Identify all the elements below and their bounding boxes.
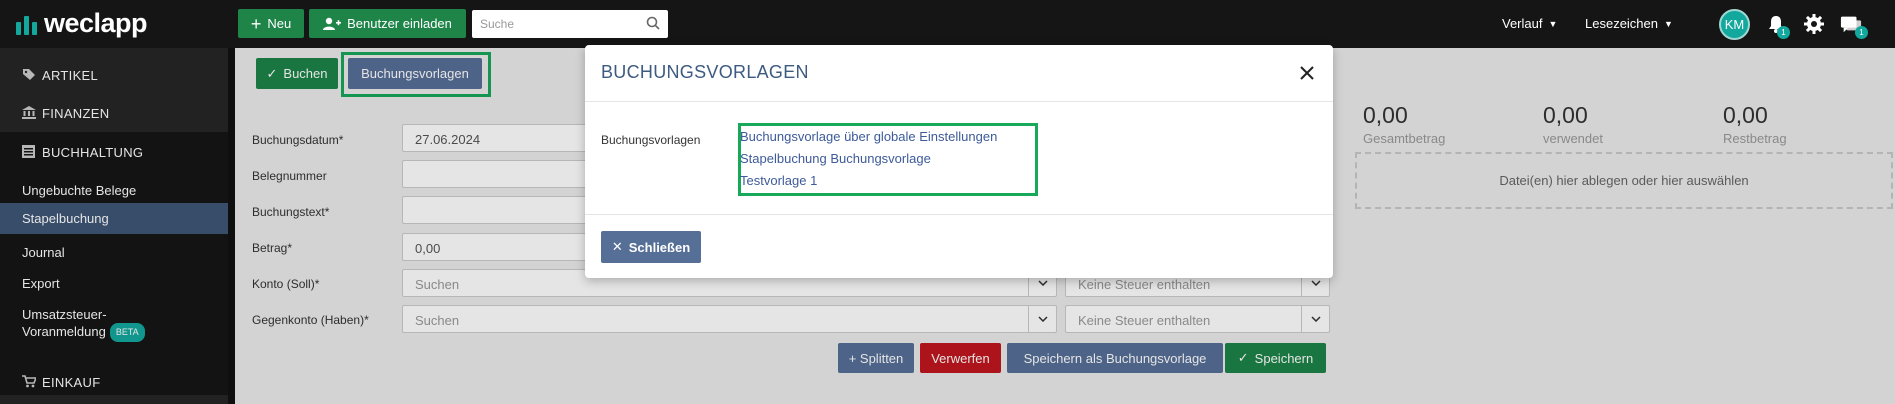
new-button-label: Neu bbox=[267, 16, 292, 31]
search-icon[interactable] bbox=[646, 16, 660, 30]
templates-field-label: Buchungsvorlagen bbox=[601, 133, 701, 147]
chevron-down-icon: ▼ bbox=[1664, 18, 1673, 29]
close-icon[interactable] bbox=[1297, 63, 1317, 83]
modal-footer-divider bbox=[585, 214, 1333, 215]
template-link-batch-booking[interactable]: Stapelbuchung Buchungsvorlage bbox=[740, 148, 997, 170]
gear-icon[interactable] bbox=[1803, 13, 1825, 35]
close-button-label: Schließen bbox=[628, 239, 691, 255]
close-button[interactable]: ✕ Schließen bbox=[601, 231, 701, 263]
logo-text: weclapp bbox=[44, 8, 148, 38]
avatar-initials: KM bbox=[1724, 17, 1745, 32]
close-icon: ✕ bbox=[611, 239, 623, 254]
template-list: Buchungsvorlage über globale Einstellung… bbox=[740, 126, 997, 192]
messages-count: 1 bbox=[1859, 28, 1864, 37]
chevron-down-icon: ▼ bbox=[1548, 18, 1558, 29]
modal-title: BUCHUNGSVORLAGEN bbox=[601, 62, 809, 82]
weclapp-logo[interactable]: weclapp bbox=[16, 8, 148, 39]
plus-icon: + bbox=[250, 13, 262, 34]
template-link-global-settings[interactable]: Buchungsvorlage über globale Einstellung… bbox=[740, 126, 997, 148]
modal-header-divider bbox=[585, 101, 1333, 102]
notification-count: 1 bbox=[1781, 28, 1786, 37]
global-search-input[interactable]: Suche bbox=[472, 10, 668, 38]
add-user-icon bbox=[323, 17, 342, 30]
top-navigation-bar: weclapp + Neu Benutzer einladen Suche Ve… bbox=[0, 0, 1895, 48]
new-button[interactable]: + Neu bbox=[238, 9, 304, 38]
user-avatar[interactable]: KM bbox=[1719, 9, 1750, 40]
search-placeholder: Suche bbox=[480, 17, 515, 31]
logo-mark-icon bbox=[16, 13, 38, 35]
notification-badge: 1 bbox=[1777, 26, 1790, 39]
templates-modal: BUCHUNGSVORLAGEN Buchungsvorlagen Buchun… bbox=[585, 45, 1333, 278]
history-label: Verlauf bbox=[1502, 16, 1543, 31]
bookmarks-menu[interactable]: Lesezeichen ▼ bbox=[1585, 16, 1673, 31]
messages-badge: 1 bbox=[1855, 26, 1868, 39]
invite-user-button[interactable]: Benutzer einladen bbox=[309, 9, 466, 38]
bookmarks-label: Lesezeichen bbox=[1585, 16, 1658, 31]
invite-user-label: Benutzer einladen bbox=[347, 16, 452, 31]
history-menu[interactable]: Verlauf ▼ bbox=[1502, 16, 1557, 31]
template-link-test-template[interactable]: Testvorlage 1 bbox=[740, 170, 997, 192]
